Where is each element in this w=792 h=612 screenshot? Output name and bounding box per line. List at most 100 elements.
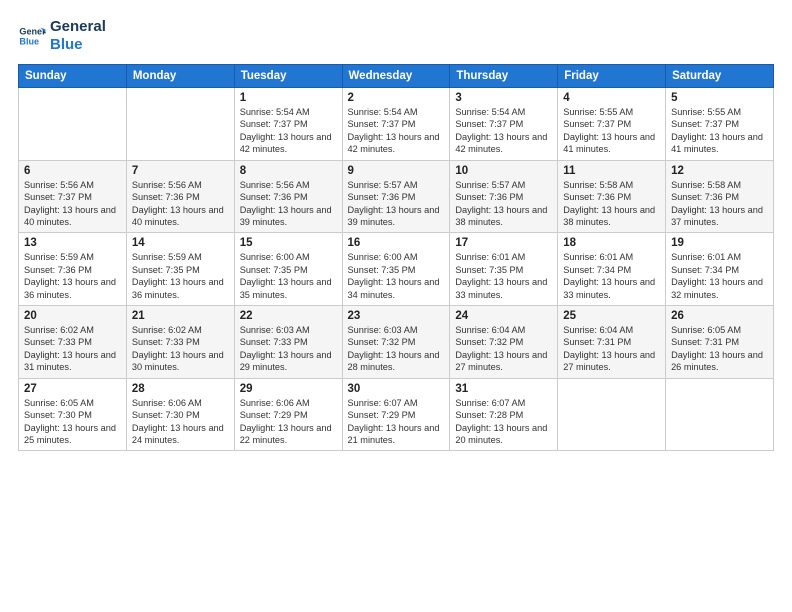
day-info: Sunrise: 6:01 AM Sunset: 7:34 PM Dayligh… [671, 251, 768, 301]
calendar-week-3: 13 Sunrise: 5:59 AM Sunset: 7:36 PM Dayli… [19, 233, 774, 306]
calendar-cell: 11 Sunrise: 5:58 AM Sunset: 7:36 PM Dayli… [558, 160, 666, 233]
calendar-cell: 31 Sunrise: 6:07 AM Sunset: 7:28 PM Dayli… [450, 378, 558, 451]
calendar-cell: 26 Sunrise: 6:05 AM Sunset: 7:31 PM Dayli… [666, 306, 774, 379]
logo-icon: General Blue [18, 22, 46, 50]
day-info: Sunrise: 6:03 AM Sunset: 7:33 PM Dayligh… [240, 324, 337, 374]
calendar-week-4: 20 Sunrise: 6:02 AM Sunset: 7:33 PM Dayli… [19, 306, 774, 379]
day-number: 28 [132, 383, 229, 395]
day-number: 20 [24, 310, 121, 322]
day-info: Sunrise: 6:05 AM Sunset: 7:31 PM Dayligh… [671, 324, 768, 374]
day-info: Sunrise: 6:02 AM Sunset: 7:33 PM Dayligh… [132, 324, 229, 374]
day-info: Sunrise: 6:07 AM Sunset: 7:28 PM Dayligh… [455, 397, 552, 447]
calendar-cell: 27Sunrise: 6:05 AM Sunset: 7:30 PM Dayli… [19, 378, 127, 451]
svg-text:General: General [19, 27, 46, 37]
day-number: 8 [240, 165, 337, 177]
day-number: 31 [455, 383, 552, 395]
day-number: 25 [563, 310, 660, 322]
day-number: 5 [671, 92, 768, 104]
logo-text-blue: Blue [50, 36, 83, 54]
calendar-cell: 17Sunrise: 6:01 AM Sunset: 7:35 PM Dayli… [450, 233, 558, 306]
day-info: Sunrise: 5:56 AM Sunset: 7:36 PM Dayligh… [132, 179, 229, 229]
day-info: Sunrise: 5:55 AM Sunset: 7:37 PM Dayligh… [563, 106, 660, 156]
page: General Blue General Blue SundayMondayTu… [0, 0, 792, 612]
day-info: Sunrise: 6:04 AM Sunset: 7:32 PM Dayligh… [455, 324, 552, 374]
day-number: 11 [563, 165, 660, 177]
calendar-cell: 25 Sunrise: 6:04 AM Sunset: 7:31 PM Dayli… [558, 306, 666, 379]
calendar-cell: 21 Sunrise: 6:02 AM Sunset: 7:33 PM Dayli… [126, 306, 234, 379]
day-number: 14 [132, 237, 229, 249]
day-info: Sunrise: 6:00 AM Sunset: 7:35 PM Dayligh… [240, 251, 337, 301]
calendar-week-1: 1 Sunrise: 5:54 AM Sunset: 7:37 PM Daylig… [19, 88, 774, 161]
calendar-week-5: 27Sunrise: 6:05 AM Sunset: 7:30 PM Dayli… [19, 378, 774, 451]
day-number: 12 [671, 165, 768, 177]
calendar-cell: 8 Sunrise: 5:56 AM Sunset: 7:36 PM Daylig… [234, 160, 342, 233]
day-info: Sunrise: 5:55 AM Sunset: 7:37 PM Dayligh… [671, 106, 768, 156]
calendar-cell: 30Sunrise: 6:07 AM Sunset: 7:29 PM Dayli… [342, 378, 450, 451]
day-info: Sunrise: 5:56 AM Sunset: 7:37 PM Dayligh… [24, 179, 121, 229]
day-info: Sunrise: 6:02 AM Sunset: 7:33 PM Dayligh… [24, 324, 121, 374]
day-number: 4 [563, 92, 660, 104]
day-number: 26 [671, 310, 768, 322]
calendar-cell: 14Sunrise: 5:59 AM Sunset: 7:35 PM Dayli… [126, 233, 234, 306]
day-number: 23 [348, 310, 445, 322]
day-number: 19 [671, 237, 768, 249]
day-number: 2 [348, 92, 445, 104]
day-number: 6 [24, 165, 121, 177]
logo-text-general: General [50, 18, 106, 36]
calendar-cell: 12Sunrise: 5:58 AM Sunset: 7:36 PM Dayli… [666, 160, 774, 233]
day-info: Sunrise: 6:06 AM Sunset: 7:29 PM Dayligh… [240, 397, 337, 447]
day-info: Sunrise: 6:07 AM Sunset: 7:29 PM Dayligh… [348, 397, 445, 447]
day-info: Sunrise: 5:54 AM Sunset: 7:37 PM Dayligh… [455, 106, 552, 156]
day-number: 7 [132, 165, 229, 177]
calendar-cell: 22Sunrise: 6:03 AM Sunset: 7:33 PM Dayli… [234, 306, 342, 379]
svg-text:Blue: Blue [19, 36, 39, 46]
weekday-header-thursday: Thursday [450, 65, 558, 88]
day-info: Sunrise: 5:57 AM Sunset: 7:36 PM Dayligh… [348, 179, 445, 229]
day-info: Sunrise: 5:54 AM Sunset: 7:37 PM Dayligh… [240, 106, 337, 156]
day-number: 13 [24, 237, 121, 249]
calendar-cell: 16Sunrise: 6:00 AM Sunset: 7:35 PM Dayli… [342, 233, 450, 306]
calendar-cell [558, 378, 666, 451]
day-info: Sunrise: 6:01 AM Sunset: 7:34 PM Dayligh… [563, 251, 660, 301]
day-number: 3 [455, 92, 552, 104]
calendar-cell: 6 Sunrise: 5:56 AM Sunset: 7:37 PM Daylig… [19, 160, 127, 233]
calendar-cell: 28 Sunrise: 6:06 AM Sunset: 7:30 PM Dayli… [126, 378, 234, 451]
day-number: 24 [455, 310, 552, 322]
calendar-week-2: 6 Sunrise: 5:56 AM Sunset: 7:37 PM Daylig… [19, 160, 774, 233]
day-number: 21 [132, 310, 229, 322]
calendar-header-row: SundayMondayTuesdayWednesdayThursdayFrid… [19, 65, 774, 88]
header: General Blue General Blue [18, 18, 774, 54]
weekday-header-saturday: Saturday [666, 65, 774, 88]
calendar-cell: 4 Sunrise: 5:55 AM Sunset: 7:37 PM Daylig… [558, 88, 666, 161]
calendar-cell: 24 Sunrise: 6:04 AM Sunset: 7:32 PM Dayli… [450, 306, 558, 379]
calendar-cell: 10 Sunrise: 5:57 AM Sunset: 7:36 PM Dayli… [450, 160, 558, 233]
day-number: 1 [240, 92, 337, 104]
calendar-cell: 3 Sunrise: 5:54 AM Sunset: 7:37 PM Daylig… [450, 88, 558, 161]
calendar-cell [19, 88, 127, 161]
day-info: Sunrise: 6:03 AM Sunset: 7:32 PM Dayligh… [348, 324, 445, 374]
calendar-cell: 15Sunrise: 6:00 AM Sunset: 7:35 PM Dayli… [234, 233, 342, 306]
day-number: 29 [240, 383, 337, 395]
day-info: Sunrise: 6:00 AM Sunset: 7:35 PM Dayligh… [348, 251, 445, 301]
day-info: Sunrise: 5:58 AM Sunset: 7:36 PM Dayligh… [563, 179, 660, 229]
weekday-header-friday: Friday [558, 65, 666, 88]
weekday-header-tuesday: Tuesday [234, 65, 342, 88]
day-info: Sunrise: 5:59 AM Sunset: 7:36 PM Dayligh… [24, 251, 121, 301]
day-number: 10 [455, 165, 552, 177]
calendar-cell: 2 Sunrise: 5:54 AM Sunset: 7:37 PM Daylig… [342, 88, 450, 161]
weekday-header-wednesday: Wednesday [342, 65, 450, 88]
calendar-cell: 19 Sunrise: 6:01 AM Sunset: 7:34 PM Dayli… [666, 233, 774, 306]
calendar: SundayMondayTuesdayWednesdayThursdayFrid… [18, 64, 774, 451]
calendar-cell: 5 Sunrise: 5:55 AM Sunset: 7:37 PM Daylig… [666, 88, 774, 161]
day-info: Sunrise: 5:56 AM Sunset: 7:36 PM Dayligh… [240, 179, 337, 229]
day-info: Sunrise: 5:54 AM Sunset: 7:37 PM Dayligh… [348, 106, 445, 156]
day-info: Sunrise: 5:57 AM Sunset: 7:36 PM Dayligh… [455, 179, 552, 229]
calendar-cell [666, 378, 774, 451]
calendar-cell [126, 88, 234, 161]
weekday-header-monday: Monday [126, 65, 234, 88]
day-info: Sunrise: 6:01 AM Sunset: 7:35 PM Dayligh… [455, 251, 552, 301]
calendar-cell: 9Sunrise: 5:57 AM Sunset: 7:36 PM Daylig… [342, 160, 450, 233]
day-info: Sunrise: 6:04 AM Sunset: 7:31 PM Dayligh… [563, 324, 660, 374]
day-info: Sunrise: 6:06 AM Sunset: 7:30 PM Dayligh… [132, 397, 229, 447]
day-number: 27 [24, 383, 121, 395]
